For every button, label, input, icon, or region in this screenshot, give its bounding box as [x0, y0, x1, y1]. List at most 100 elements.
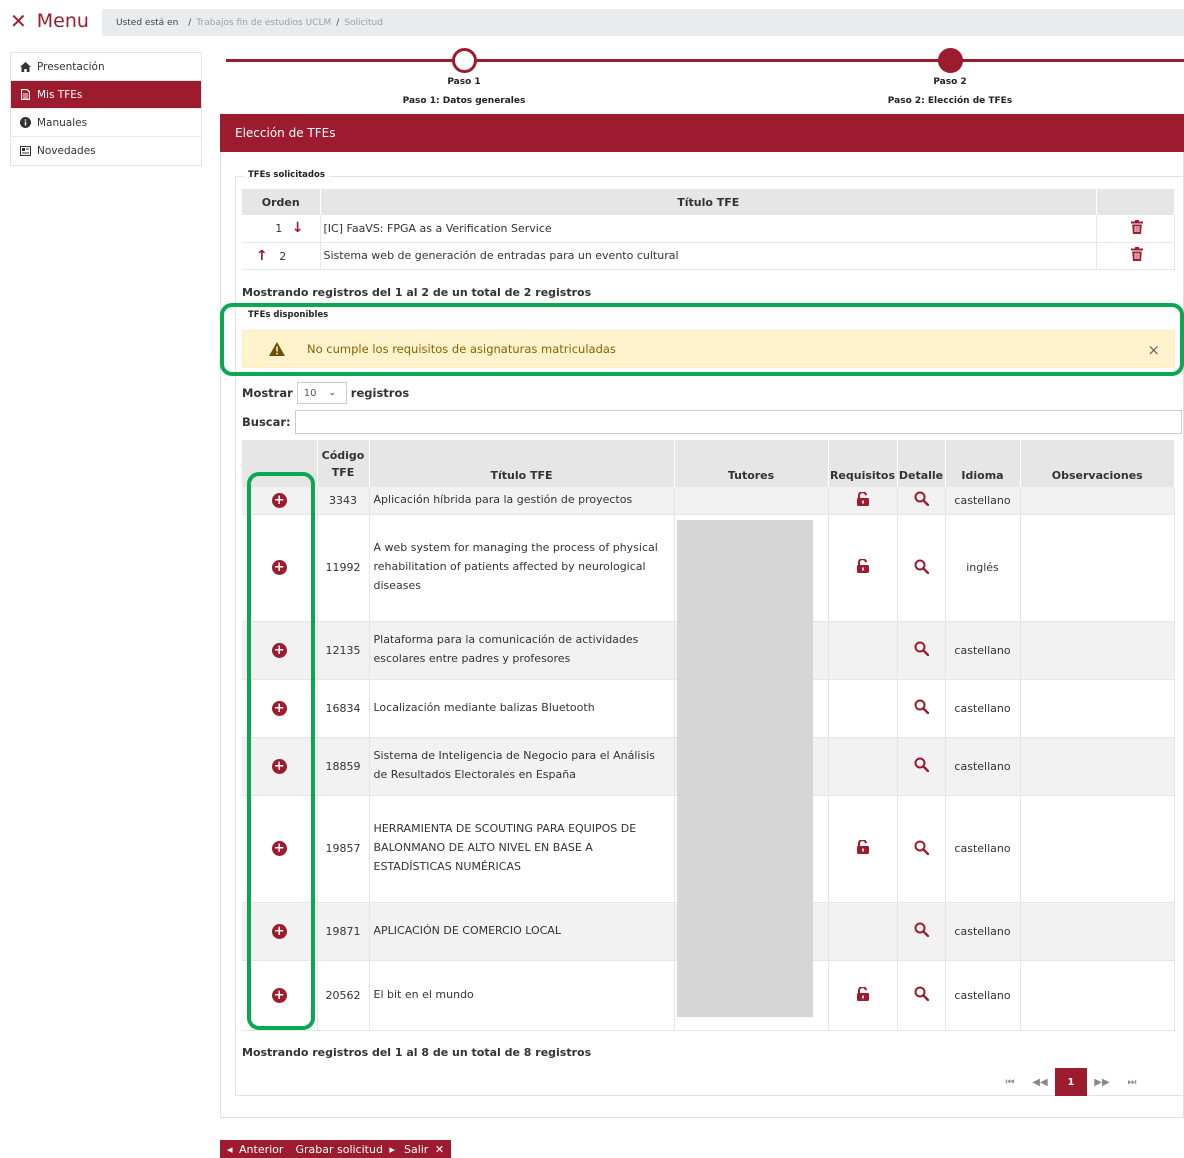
page-length-value: 10 [303, 387, 317, 399]
language-cell: castellano [945, 487, 1021, 515]
requested-legend: TFEs solicitados [244, 170, 329, 180]
title-cell: HERRAMIENTA DE SCOUTING PARA EQUIPOS DE … [369, 795, 675, 903]
step-2-label: Paso 2 [933, 77, 967, 87]
search-icon[interactable] [914, 922, 929, 938]
detail-cell [897, 487, 946, 515]
home-icon [19, 61, 31, 72]
observations-cell [1020, 902, 1175, 961]
arrow-up-icon[interactable]: ↑ [256, 248, 268, 264]
order-cell: ↑ 2 [242, 242, 321, 270]
sidebar-item-label: Mis TFEs [37, 88, 83, 101]
code-cell: 12135 [317, 621, 370, 680]
menu-label: Menu [36, 10, 89, 32]
title-cell: Sistema web de generación de entradas pa… [320, 242, 1097, 270]
observations-cell [1020, 679, 1175, 738]
table-row: 1 ↓ [IC] FaaVS: FPGA as a Verification S… [242, 215, 1175, 243]
sidebar-item-presentacion[interactable]: Presentación [11, 53, 201, 81]
column-header-detail[interactable]: Detalle [897, 440, 946, 487]
observations-cell [1020, 621, 1175, 680]
search-icon[interactable] [914, 757, 929, 773]
sidebar-item-manuales[interactable]: Manuales [11, 109, 201, 137]
column-header-order[interactable]: Orden [242, 189, 321, 215]
highlight-box-add-column [247, 472, 315, 1030]
search-control: Buscar: [242, 410, 1182, 434]
previous-page-icon[interactable]: ◀◀ [1025, 1068, 1055, 1096]
breadcrumb-item[interactable]: Trabajos fin de estudios UCLM [196, 18, 331, 28]
language-cell: inglés [945, 514, 1021, 622]
sidebar-item-label: Novedades [37, 145, 96, 157]
lock-open-icon[interactable] [856, 839, 870, 854]
detail-cell [897, 795, 946, 903]
first-page-icon[interactable]: ⏮ [995, 1068, 1025, 1096]
observations-cell [1020, 487, 1175, 515]
title-cell: Sistema de Inteligencia de Negocio para … [369, 737, 675, 796]
requested-info: Mostrando registros del 1 al 2 de un tot… [242, 286, 592, 299]
page-button-current[interactable]: 1 [1055, 1068, 1087, 1096]
sidebar-item-mis-tfes[interactable]: Mis TFEs [11, 81, 201, 109]
detail-cell [897, 737, 946, 796]
requirements-cell [828, 679, 898, 738]
detail-cell [897, 902, 946, 961]
arrow-down-icon[interactable]: ↓ [292, 220, 304, 236]
breadcrumb-item[interactable]: Solicitud [344, 18, 383, 28]
newspaper-icon [19, 146, 31, 156]
title-cell: [IC] FaaVS: FPGA as a Verification Servi… [320, 215, 1097, 243]
save-button[interactable]: Grabar solicitud ▸ [292, 1143, 395, 1156]
order-value: 2 [279, 249, 287, 263]
lock-open-icon[interactable] [856, 490, 870, 506]
column-header-title[interactable]: Título TFE [369, 440, 675, 487]
trash-icon[interactable] [1131, 219, 1143, 234]
search-icon[interactable] [914, 699, 929, 715]
search-icon[interactable] [914, 641, 929, 657]
column-header-language[interactable]: Idioma [945, 440, 1021, 487]
page-length-select[interactable]: 10 ⌄ [296, 382, 347, 404]
pagination: ⏮ ◀◀ 1 ▶▶ ⏭ [995, 1068, 1147, 1096]
step-1-indicator[interactable] [452, 48, 477, 73]
previous-button[interactable]: ◂ Anterior [227, 1143, 286, 1156]
search-icon[interactable] [914, 559, 929, 574]
column-header-actions [1096, 189, 1175, 215]
requested-table: Orden Título TFE 1 ↓ [IC] FaaVS: FPGA as… [242, 189, 1175, 270]
detail-cell [897, 960, 946, 1031]
delete-cell [1096, 242, 1175, 270]
language-cell: castellano [945, 902, 1021, 961]
available-info: Mostrando registros del 1 al 8 de un tot… [242, 1046, 592, 1059]
search-icon[interactable] [914, 491, 929, 507]
code-cell: 11992 [317, 514, 370, 622]
requirements-cell [828, 514, 898, 622]
lock-open-icon[interactable] [856, 558, 870, 573]
next-page-icon[interactable]: ▶▶ [1087, 1068, 1117, 1096]
language-cell: castellano [945, 960, 1021, 1031]
last-page-icon[interactable]: ⏭ [1117, 1068, 1147, 1096]
code-cell: 3343 [317, 487, 370, 515]
menu-toggle[interactable]: ✕ Menu [10, 10, 89, 32]
step-2-indicator[interactable] [938, 48, 963, 73]
lock-open-icon[interactable] [856, 985, 870, 1001]
column-header-title[interactable]: Título TFE [320, 189, 1097, 215]
sidebar-item-label: Manuales [37, 116, 88, 129]
table-row: ↑ 2 Sistema web de generación de entrada… [242, 242, 1175, 270]
close-icon: ✕ [10, 9, 27, 33]
exit-button[interactable]: Salir ✕ [401, 1143, 444, 1156]
search-input[interactable] [294, 410, 1182, 434]
search-icon[interactable] [914, 840, 929, 855]
breadcrumb: Usted está en / Trabajos fin de estudios… [102, 9, 1184, 36]
column-header-code[interactable]: Código TFE [317, 440, 370, 487]
trash-icon[interactable] [1131, 247, 1143, 261]
title-cell: A web system for managing the process of… [369, 514, 675, 622]
search-icon[interactable] [914, 986, 929, 1002]
requirements-cell [828, 960, 898, 1031]
requirements-cell [828, 621, 898, 680]
top-bar: ✕ Menu Usted está en / Trabajos fin de e… [0, 0, 1184, 44]
observations-cell [1020, 960, 1175, 1031]
step-1-label: Paso 1 [447, 77, 481, 87]
detail-cell [897, 621, 946, 680]
detail-cell [897, 514, 946, 622]
column-header-tutors[interactable]: Tutores [674, 440, 829, 487]
code-cell: 19871 [317, 902, 370, 961]
delete-cell [1096, 215, 1175, 243]
title-cell: APLICACIÓN DE COMERCIO LOCAL [369, 902, 675, 961]
sidebar-item-novedades[interactable]: Novedades [11, 137, 201, 165]
column-header-observations[interactable]: Observaciones [1020, 440, 1175, 487]
column-header-requirements[interactable]: Requisitos [828, 440, 898, 487]
